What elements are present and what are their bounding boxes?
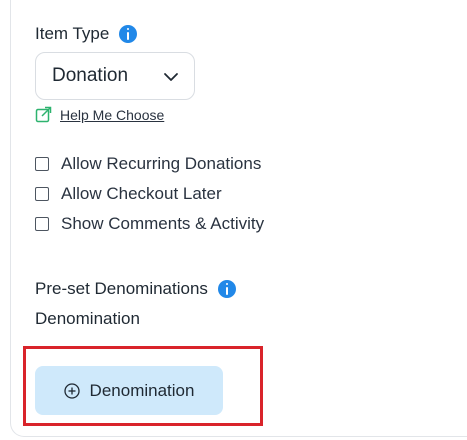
option-label: Allow Checkout Later [61, 184, 222, 203]
preset-denominations-label-row: Pre-set Denominations [35, 279, 236, 299]
item-type-label-row: Item Type [35, 24, 138, 44]
help-me-choose-link[interactable]: Help Me Choose [35, 106, 164, 123]
item-type-selected-value: Donation [52, 65, 129, 86]
plus-circle-icon [63, 382, 80, 399]
option-label: Show Comments & Activity [61, 214, 265, 233]
allow-recurring-donations-option[interactable]: Allow Recurring Donations [35, 154, 261, 174]
item-type-label: Item Type [35, 24, 110, 43]
show-comments-activity-option[interactable]: Show Comments & Activity [35, 214, 264, 234]
external-link-icon [35, 106, 52, 123]
help-link-text: Help Me Choose [60, 106, 165, 123]
checkbox[interactable] [35, 157, 49, 171]
denomination-label: Denomination [35, 309, 140, 328]
item-type-select[interactable]: Donation [35, 52, 195, 100]
preset-denominations-label: Pre-set Denominations [35, 279, 208, 298]
chevron-down-icon [164, 73, 178, 81]
info-icon[interactable] [119, 25, 138, 43]
option-label: Allow Recurring Donations [61, 154, 262, 173]
add-denomination-label: Denomination [89, 380, 195, 400]
info-icon[interactable] [217, 280, 236, 298]
checkbox[interactable] [35, 187, 49, 201]
page: Item Type Donation Help Me Choose Allow … [0, 0, 467, 440]
add-denomination-button[interactable]: Denomination [35, 366, 223, 415]
allow-checkout-later-option[interactable]: Allow Checkout Later [35, 184, 222, 204]
checkbox[interactable] [35, 217, 49, 231]
